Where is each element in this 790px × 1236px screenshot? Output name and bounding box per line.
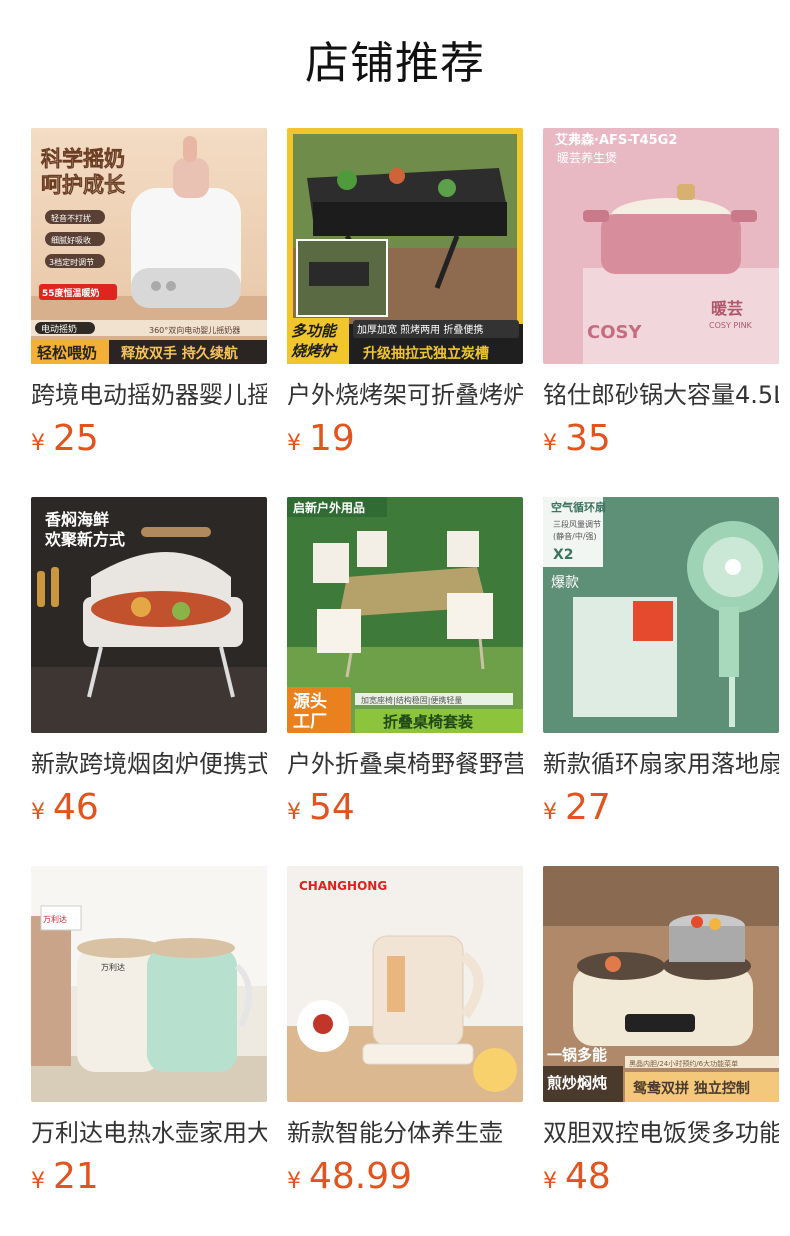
price-value: 54 <box>309 787 355 828</box>
image-bottom: 升级抽拉式独立炭槽 <box>363 345 489 362</box>
product-price: ¥25 <box>31 418 99 459</box>
currency-symbol: ¥ <box>287 431 301 456</box>
image-tag-2: 工厂 <box>293 712 327 732</box>
image-tag-1: 源头 <box>293 691 327 712</box>
price-value: 27 <box>565 787 611 828</box>
image-features: 加宽座椅|结构稳固|便携轻量 <box>361 695 462 705</box>
image-features: 黑晶内胆/24小时预约/6大功能菜单 <box>629 1059 738 1068</box>
image-box-label: 万利达 <box>43 914 67 924</box>
page-title: 店铺推荐 <box>305 38 485 89</box>
price-value: 21 <box>53 1156 99 1197</box>
currency-symbol: ¥ <box>31 431 45 456</box>
image-brand: 艾弗森·AFS-T45G2 <box>555 132 677 148</box>
image-headline-1: 香焖海鲜 <box>44 510 109 529</box>
product-name[interactable]: 新款智能分体养生壶 <box>287 1116 523 1150</box>
image-tag-1: 一锅多能 <box>547 1046 607 1064</box>
product-price: ¥48 <box>543 1156 611 1197</box>
product-image[interactable]: 艾弗森·AFS-T45G2 暖芸养生煲 暖芸 COSY PINK COSY <box>543 128 779 364</box>
currency-symbol: ¥ <box>31 1169 45 1194</box>
image-tag: 爆款 <box>551 575 579 591</box>
image-bottom-right: 释放双手 持久续航 <box>121 345 238 362</box>
product-price: ¥46 <box>31 787 99 828</box>
product-card[interactable]: 空气循环扇 三段风量调节 (静音/中/强) X2 爆款 新款循环扇家用落地扇 ¥… <box>543 497 779 837</box>
product-image[interactable]: 多功能 烧烤炉 加厚加宽 煎烤两用 折叠便携 升级抽拉式独立炭槽 <box>287 128 523 364</box>
product-image[interactable]: 空气循环扇 三段风量调节 (静音/中/强) X2 爆款 <box>543 497 779 733</box>
product-name[interactable]: 双胆双控电饭煲多功能 <box>543 1116 779 1150</box>
product-image[interactable]: 一锅多能 煎炒焖炖 黑晶内胆/24小时预约/6大功能菜单 鸳鸯双拼 独立控制 <box>543 866 779 1102</box>
price-value: 35 <box>565 418 611 459</box>
image-subtitle: 暖芸养生煲 <box>557 150 617 165</box>
image-brand: 启新户外用品 <box>293 500 365 515</box>
image-features: 加厚加宽 煎烤两用 折叠便携 <box>357 323 483 336</box>
product-name[interactable]: 新款循环扇家用落地扇 <box>543 747 779 781</box>
product-card[interactable]: 多功能 烧烤炉 加厚加宽 煎烤两用 折叠便携 升级抽拉式独立炭槽 户外烧烤架可折… <box>287 128 523 468</box>
image-badge-3: 3档定时调节 <box>49 257 94 267</box>
image-subtitle: 360°双向电动婴儿摇奶器 <box>149 325 240 335</box>
price-value: 48 <box>565 1156 611 1197</box>
product-price: ¥35 <box>543 418 611 459</box>
product-card[interactable]: 启新户外用品 源头 工厂 加宽座椅|结构稳固|便携轻量 折叠桌椅套装 户外折叠桌… <box>287 497 523 837</box>
product-price: ¥21 <box>31 1156 99 1197</box>
product-image[interactable]: 科学摇奶 呵护成长 轻音不打扰 细腻好吸收 3档定时调节 55度恒温暖奶 电动摇… <box>31 128 267 364</box>
image-bottom: 折叠桌椅套装 <box>383 713 474 731</box>
currency-symbol: ¥ <box>543 800 557 825</box>
product-name[interactable]: 跨境电动摇奶器婴儿摇奶器 <box>31 378 267 412</box>
price-value: 19 <box>309 418 355 459</box>
image-badge-4: 55度恒温暖奶 <box>42 287 100 299</box>
image-model: X2 <box>553 547 574 563</box>
price-value: 46 <box>53 787 99 828</box>
product-card[interactable]: 艾弗森·AFS-T45G2 暖芸养生煲 暖芸 COSY PINK COSY 铭仕… <box>543 128 779 468</box>
image-box-text-1: 暖芸 <box>711 299 743 318</box>
product-card[interactable]: 香焖海鲜 欢聚新方式 新款跨境烟囱炉便携式 ¥46 <box>31 497 267 837</box>
image-box-text-3: COSY <box>587 322 642 343</box>
product-name[interactable]: 铭仕郎砂锅大容量4.5L <box>543 378 779 412</box>
product-name[interactable]: 户外折叠桌椅野餐野营 <box>287 747 523 781</box>
currency-symbol: ¥ <box>31 800 45 825</box>
image-subtitle-2: (静音/中/强) <box>553 531 597 541</box>
image-bottom-left: 轻松喂奶 <box>37 344 97 362</box>
product-card[interactable]: 一锅多能 煎炒焖炖 黑晶内胆/24小时预约/6大功能菜单 鸳鸯双拼 独立控制 双… <box>543 866 779 1206</box>
image-headline-2: 呵护成长 <box>41 173 126 197</box>
image-brand-label: 万利达 <box>101 962 125 972</box>
product-name[interactable]: 新款跨境烟囱炉便携式 <box>31 747 267 781</box>
image-headline-1: 科学摇奶 <box>41 147 125 171</box>
image-tag-2: 烧烤炉 <box>291 342 338 360</box>
product-name[interactable]: 户外烧烤架可折叠烤炉 <box>287 378 523 412</box>
price-value: 25 <box>53 418 99 459</box>
image-tag: 电动摇奶 <box>41 323 77 335</box>
image-bottom: 鸳鸯双拼 独立控制 <box>633 1080 750 1097</box>
image-subtitle-1: 三段风量调节 <box>553 519 601 529</box>
image-brand: CHANGHONG <box>299 879 387 893</box>
price-value: 48.99 <box>309 1156 413 1197</box>
product-card[interactable]: CHANGHONG 新款智能分体养生壶 ¥48.99 <box>287 866 523 1206</box>
product-card[interactable]: 科学摇奶 呵护成长 轻音不打扰 细腻好吸收 3档定时调节 55度恒温暖奶 电动摇… <box>31 128 267 468</box>
product-price: ¥19 <box>287 418 355 459</box>
product-image[interactable]: 香焖海鲜 欢聚新方式 <box>31 497 267 733</box>
product-price: ¥27 <box>543 787 611 828</box>
currency-symbol: ¥ <box>543 1169 557 1194</box>
product-price: ¥54 <box>287 787 355 828</box>
image-headline-2: 欢聚新方式 <box>44 530 125 549</box>
product-card[interactable]: 万利达 万利达 万利达电热水壶家用大容量 ¥21 <box>31 866 267 1206</box>
currency-symbol: ¥ <box>543 431 557 456</box>
product-image[interactable]: CHANGHONG <box>287 866 523 1102</box>
product-name[interactable]: 万利达电热水壶家用大容量 <box>31 1116 267 1150</box>
currency-symbol: ¥ <box>287 1169 301 1194</box>
product-price: ¥48.99 <box>287 1156 413 1197</box>
product-image[interactable]: 启新户外用品 源头 工厂 加宽座椅|结构稳固|便携轻量 折叠桌椅套装 <box>287 497 523 733</box>
image-tag-1: 多功能 <box>291 322 338 340</box>
image-box-text-2: COSY PINK <box>709 321 753 330</box>
product-image[interactable]: 万利达 万利达 <box>31 866 267 1102</box>
image-badge-2: 细腻好吸收 <box>51 235 91 245</box>
currency-symbol: ¥ <box>287 800 301 825</box>
image-title: 空气循环扇 <box>551 500 606 514</box>
image-tag-2: 煎炒焖炖 <box>547 1074 607 1092</box>
image-badge-1: 轻音不打扰 <box>51 213 91 223</box>
